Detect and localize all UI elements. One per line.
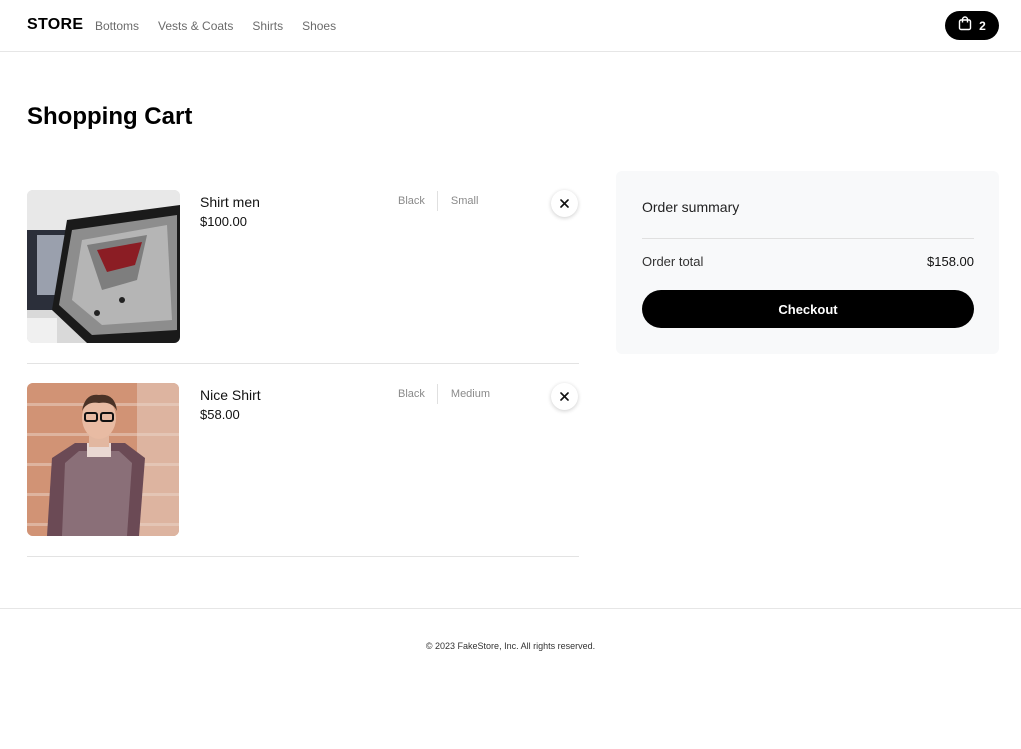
nav-link-shirts[interactable]: Shirts	[252, 19, 283, 33]
product-name[interactable]: Shirt men	[200, 194, 260, 210]
shopping-bag-icon	[958, 15, 972, 36]
product-size: Small	[450, 195, 479, 207]
order-summary-panel: Order summary Order total $158.00 Checko…	[616, 171, 999, 354]
product-price: $100.00	[200, 214, 247, 229]
cart-count: 2	[979, 18, 986, 33]
product-image[interactable]	[27, 190, 180, 343]
site-footer: © 2023 FakeStore, Inc. All rights reserv…	[0, 608, 1021, 749]
cart-item: Nice Shirt $58.00 Black Medium	[27, 383, 579, 557]
store-logo[interactable]: STORE	[27, 16, 83, 34]
remove-item-button[interactable]	[551, 190, 578, 217]
nav-link-vests-coats[interactable]: Vests & Coats	[158, 19, 233, 33]
nav-link-bottoms[interactable]: Bottoms	[95, 19, 139, 33]
site-header: STORE Bottoms Vests & Coats Shirts Shoes…	[0, 0, 1021, 52]
product-attributes: Black Medium	[398, 383, 490, 405]
product-price: $58.00	[200, 407, 240, 422]
page-title: Shopping Cart	[27, 103, 193, 130]
attribute-divider	[436, 191, 438, 211]
cart-item: Shirt men $100.00 Black Small	[27, 190, 579, 364]
product-image[interactable]	[27, 383, 179, 536]
nav-link-shoes[interactable]: Shoes	[302, 19, 336, 33]
close-icon	[560, 195, 569, 213]
attribute-divider	[436, 384, 438, 404]
summary-divider	[642, 238, 974, 239]
product-color: Black	[398, 388, 425, 400]
main-nav: Bottoms Vests & Coats Shirts Shoes	[95, 19, 336, 33]
remove-item-button[interactable]	[551, 383, 578, 410]
product-color: Black	[398, 195, 425, 207]
copyright-text: © 2023 FakeStore, Inc. All rights reserv…	[425, 641, 596, 651]
order-total-value: $158.00	[927, 254, 974, 269]
product-attributes: Black Small	[398, 190, 478, 212]
order-summary-title: Order summary	[642, 199, 740, 215]
product-size: Medium	[450, 388, 491, 400]
close-icon	[560, 388, 569, 406]
cart-button[interactable]: 2	[945, 11, 999, 40]
product-name[interactable]: Nice Shirt	[200, 387, 261, 403]
checkout-button[interactable]: Checkout	[642, 290, 974, 328]
order-total-label: Order total	[642, 254, 704, 269]
